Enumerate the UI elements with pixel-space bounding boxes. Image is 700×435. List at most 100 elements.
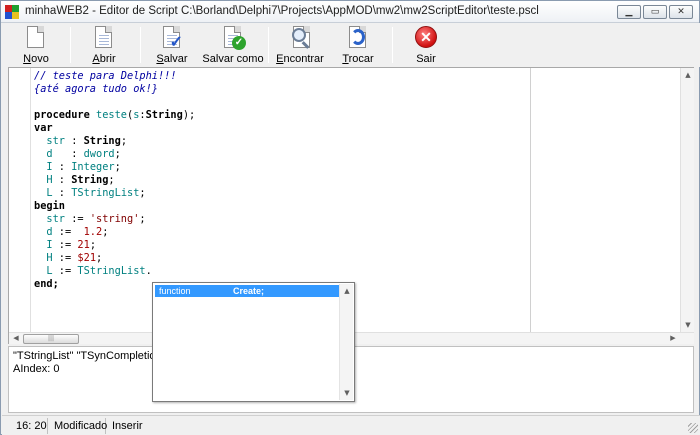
save-as-button[interactable]: ✓ Salvar como [202, 25, 264, 67]
new-document-icon [23, 25, 49, 51]
code-token: I [34, 161, 53, 173]
code-token: str [34, 213, 65, 225]
code-token: end; [34, 278, 59, 290]
save-as-document-icon: ✓ [220, 25, 246, 51]
window-title: minhaWEB2 - Editor de Script C:\Borland\… [25, 5, 539, 17]
minimize-button[interactable]: ▁ [617, 5, 641, 19]
code-token: // teste para Delphi!!! [34, 70, 177, 82]
exit-button[interactable]: ✕ Sair [406, 25, 446, 67]
code-token: d [34, 148, 53, 160]
code-line[interactable]: I := 21; [34, 239, 195, 252]
code-token: : [52, 148, 84, 160]
code-text[interactable]: // teste para Delphi!!! {até agora tudo o… [34, 70, 195, 291]
code-token: ; [139, 187, 146, 199]
code-token: procedure [34, 109, 96, 121]
open-button-label: Abrir [92, 53, 116, 65]
code-line[interactable]: I : Integer; [34, 161, 195, 174]
completion-scrollbar[interactable]: ▲ ▼ [339, 284, 353, 400]
replace-button[interactable]: Trocar [338, 25, 378, 67]
app-window: minhaWEB2 - Editor de Script C:\Borland\… [0, 0, 700, 435]
code-token: : [52, 187, 72, 199]
completion-item-kind: function [159, 286, 191, 296]
code-token: {até agora tudo ok!} [34, 83, 158, 95]
completion-list[interactable]: function Create; [155, 285, 340, 297]
code-line[interactable]: H : String; [34, 174, 195, 187]
title-bar[interactable]: minhaWEB2 - Editor de Script C:\Borland\… [1, 1, 699, 23]
code-token: ; [120, 135, 128, 147]
code-line[interactable]: // teste para Delphi!!! [34, 70, 195, 83]
scroll-down-arrow-icon[interactable]: ▼ [681, 318, 695, 332]
code-token: 1.2 [83, 226, 103, 238]
code-line[interactable] [34, 96, 195, 109]
close-button[interactable]: ✕ [669, 5, 693, 19]
code-token: : [65, 135, 84, 147]
editor-gutter [9, 68, 31, 332]
new-button-label: Novo [23, 53, 49, 65]
code-line[interactable]: d : dword; [34, 148, 195, 161]
scroll-up-arrow-icon[interactable]: ▲ [681, 68, 695, 82]
right-margin-line [530, 68, 531, 332]
code-token: ; [89, 239, 97, 251]
code-completion-popup[interactable]: function Create; ▲ ▼ [152, 282, 355, 402]
code-line[interactable]: H := $21; [34, 252, 195, 265]
new-button[interactable]: Novo [16, 25, 56, 67]
code-token: ; [114, 161, 121, 173]
code-token: := [52, 265, 78, 277]
code-line[interactable]: str := 'string'; [34, 213, 195, 226]
find-icon [287, 25, 313, 51]
scroll-up-arrow-icon[interactable]: ▲ [340, 284, 354, 298]
vertical-scrollbar[interactable]: ▲ ▼ [680, 68, 694, 332]
code-token: ; [114, 148, 121, 160]
save-document-icon: ✓ [159, 25, 185, 51]
find-button[interactable]: Encontrar [276, 25, 324, 67]
replace-button-label: Trocar [342, 53, 374, 65]
code-line[interactable]: L := TStringList. [34, 265, 195, 278]
code-token: : [52, 161, 72, 173]
code-token: := [52, 252, 78, 264]
code-token: 21 [77, 239, 90, 251]
window-controls: ▁ ▭ ✕ [617, 5, 693, 19]
scroll-down-arrow-icon[interactable]: ▼ [340, 386, 354, 400]
code-token: := [52, 239, 78, 251]
code-token: L [34, 265, 53, 277]
resize-grip-icon[interactable] [688, 423, 698, 433]
save-as-button-label: Salvar como [202, 53, 264, 65]
code-token: ; [96, 252, 103, 264]
exit-icon: ✕ [413, 25, 439, 51]
code-token: I [34, 239, 53, 251]
scroll-left-arrow-icon[interactable]: ◀ [9, 332, 23, 344]
replace-icon [345, 25, 371, 51]
code-line[interactable]: d := 1.2; [34, 226, 195, 239]
code-token: . [145, 265, 152, 277]
code-token: dword [83, 148, 115, 160]
code-token: ; [139, 213, 146, 225]
code-token: String [145, 109, 183, 121]
code-token: : [52, 174, 72, 186]
completion-item[interactable]: function Create; [155, 285, 340, 297]
code-line[interactable]: procedure teste(s:String); [34, 109, 195, 122]
cursor-position: 16: 20 [10, 418, 48, 434]
modified-status: Modificado [48, 418, 107, 434]
code-token: begin [34, 200, 65, 212]
code-line[interactable]: str : String; [34, 135, 195, 148]
scroll-right-arrow-icon[interactable]: ▶ [666, 332, 680, 344]
save-button[interactable]: ✓ Salvar [152, 25, 192, 67]
find-button-label: Encontrar [276, 53, 324, 65]
code-token: Integer [71, 161, 115, 173]
code-token: := [52, 226, 84, 238]
open-button[interactable]: Abrir [84, 25, 124, 67]
open-document-icon [91, 25, 117, 51]
code-line[interactable]: {até agora tudo ok!} [34, 83, 195, 96]
code-token: $21 [77, 252, 97, 264]
completion-item-name: Create; [233, 286, 265, 296]
horizontal-scroll-thumb[interactable]: ||| [23, 334, 79, 344]
code-line[interactable]: L : TStringList; [34, 187, 195, 200]
code-token: L [34, 187, 53, 199]
code-line[interactable]: var [34, 122, 195, 135]
code-line[interactable]: begin [34, 200, 195, 213]
code-token: ); [182, 109, 196, 121]
toolbar: Novo Abrir ✓ Salvar ✓ Salvar como Encont… [2, 23, 700, 67]
code-token: String [71, 174, 109, 186]
code-token: H [34, 252, 53, 264]
maximize-button[interactable]: ▭ [643, 5, 667, 19]
